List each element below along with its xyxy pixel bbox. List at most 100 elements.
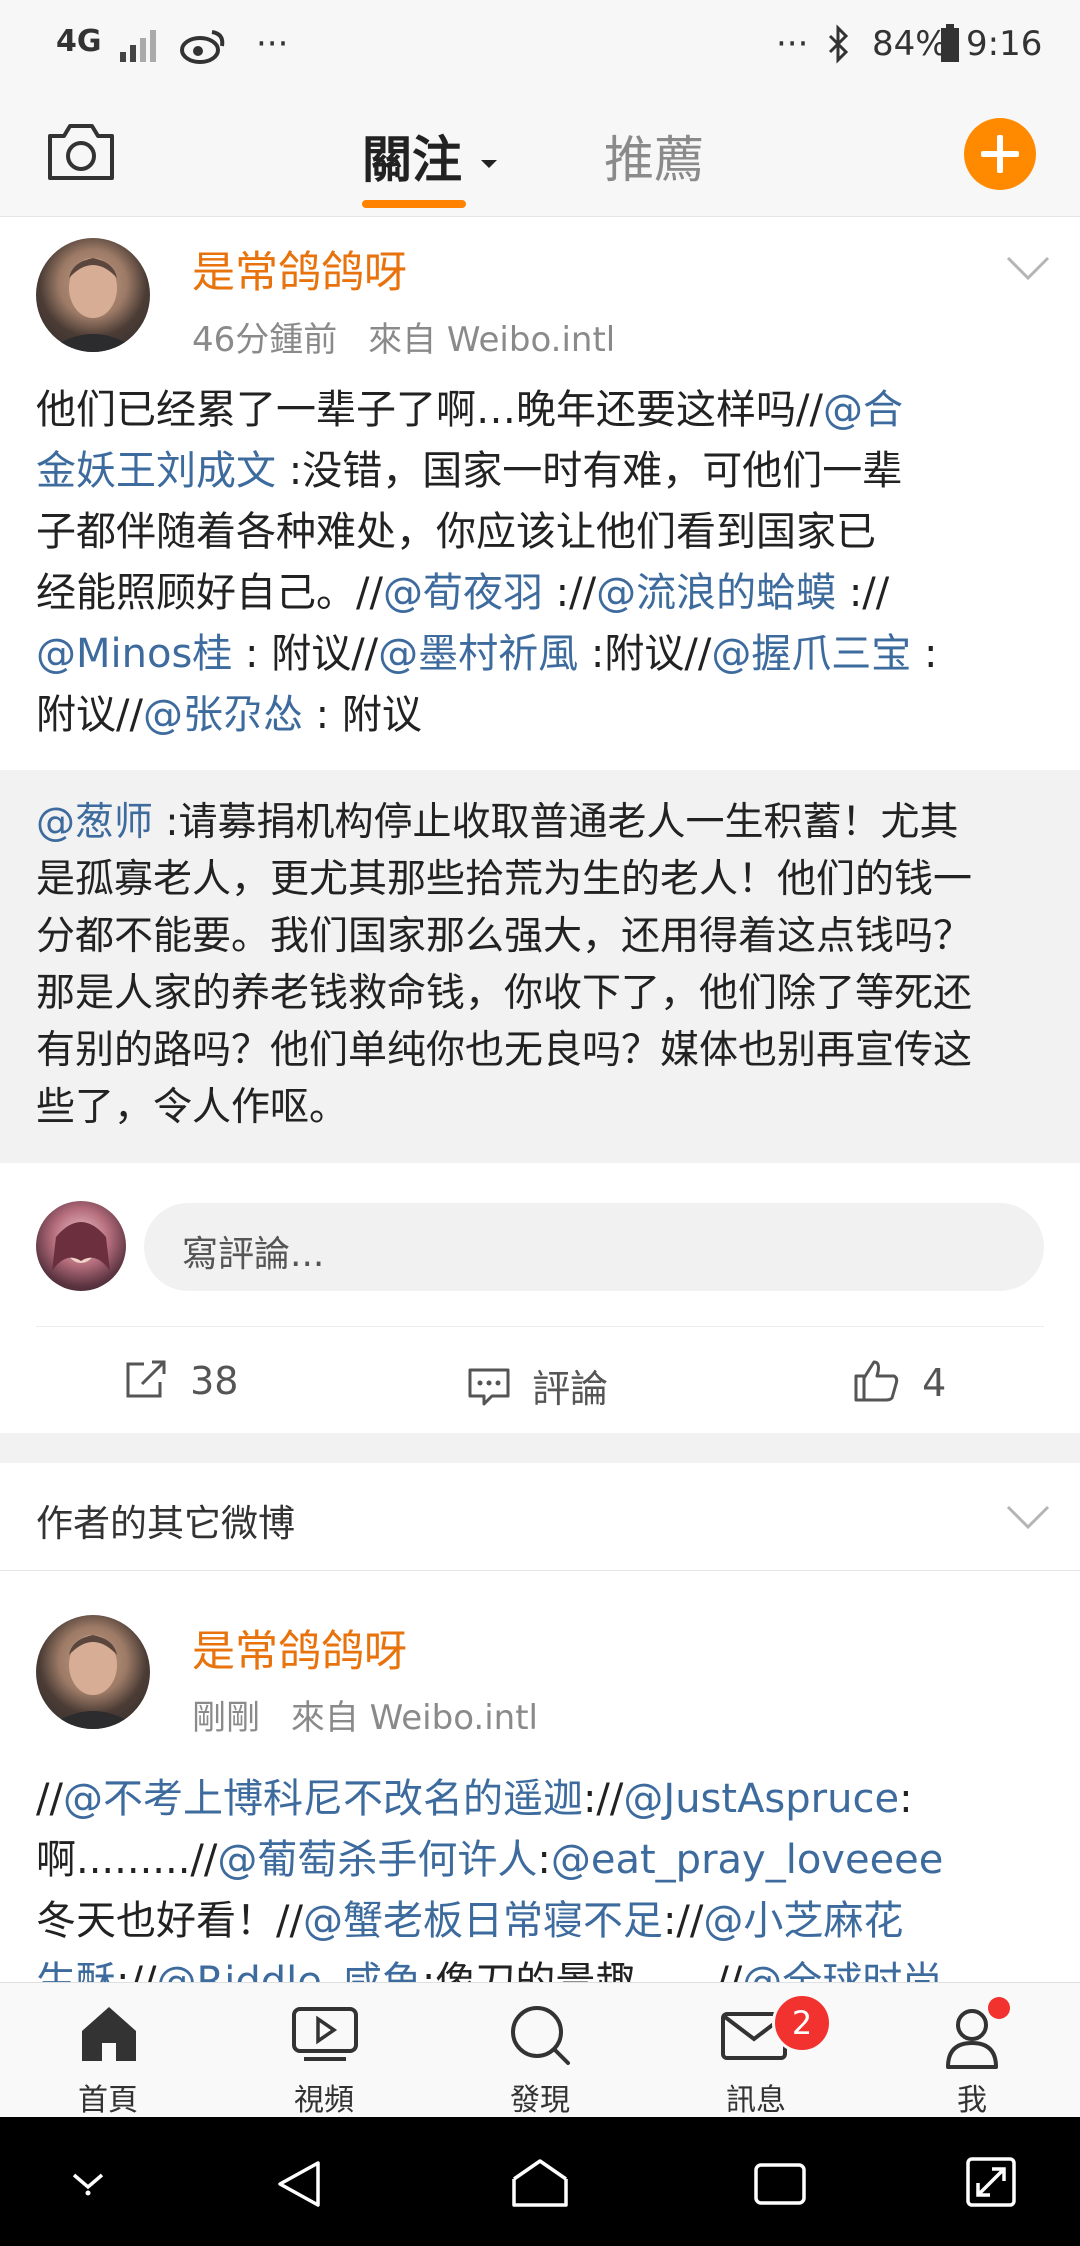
text-segment: // [36,1776,63,1822]
text-segment: :附议// [578,631,712,677]
author-avatar[interactable] [36,238,150,352]
comment-input[interactable]: 寫評論... [144,1203,1044,1291]
mention-link[interactable]: @JustAspruce [623,1776,899,1822]
nav-video[interactable]: 視頻 [224,1983,424,2118]
mention-link[interactable]: @不考上博科尼不改名的遥迦 [63,1776,583,1822]
nav-home[interactable]: 首頁 [8,1983,208,2118]
tab-follow-label: 關注 [362,131,462,189]
nav-me-label: 我 [957,2083,987,2118]
mention-link[interactable]: @荀夜羽 [383,570,543,616]
status-bar: 4G ··· ··· 84% 9:16 [0,0,1080,92]
avatar-portrait [46,258,140,352]
my-avatar [36,1201,126,1291]
post-source: 來自 Weibo.intl [368,320,616,360]
like-button[interactable]: 4 [852,1358,946,1405]
add-post-button[interactable] [964,118,1036,190]
other-posts-title: 作者的其它微博 [36,1502,295,1545]
mention-link[interactable]: @握爪三宝 [711,631,911,677]
text-line: 是孤寡老人，更尤其那些拾荒为生的老人！他们的钱一 [36,851,1056,908]
post-meta: 46分鍾前 來自 Weibo.intl [192,312,615,361]
like-count: 4 [922,1361,947,1405]
text-segment: 些了，令人作呕。 [36,1085,349,1130]
text-segment: 是孤寡老人，更尤其那些拾荒为生的老人！他们的钱一 [36,857,973,902]
text-line: //@不考上博科尼不改名的遥迦://@JustAspruce: [36,1769,1056,1830]
chevron-down-icon[interactable] [1006,256,1050,282]
text-line: 啊.........//@葡萄杀手何许人:@eat_pray_loveeee [36,1830,1056,1891]
tab-follow[interactable]: 關注 [362,120,499,192]
mention-link[interactable]: @蟹老板日常寝不足 [303,1898,663,1944]
weibo-logo-icon [180,30,225,64]
mention-link[interactable]: @Minos桂 [36,631,232,677]
text-line: @Minos桂 : 附议//@墨村祈風 :附议//@握爪三宝 : [36,624,1046,685]
text-line: 子都伴随着各种难处，你应该让他们看到国家已 [36,502,1046,563]
nav-messages[interactable]: 2 訊息 [656,1983,856,2118]
back-icon[interactable] [274,2159,324,2209]
text-segment: :// [662,1898,704,1944]
repost-box[interactable]: @葱师 :请募捐机构停止收取普通老人一生积蓄！尤其是孤寡老人，更尤其那些拾荒为生… [0,770,1080,1163]
text-line: 附议//@张尕怂 : 附议 [36,685,1046,746]
status-more-right: ··· [776,24,809,64]
text-segment: : [537,1837,551,1883]
text-segment: 分都不能要。我们国家那么强大，还用得着这点钱吗？ [36,914,973,959]
home-icon [82,2007,136,2061]
text-segment: 他们已经累了一辈子了啊…晚年还要这样吗// [36,387,823,433]
comment-button[interactable]: 評論 [466,1358,608,1413]
bottom-nav: 首頁 視頻 發現 2 訊息 我 [0,1982,1080,2118]
text-segment: 子都伴随着各种难处，你应该让他们看到国家已 [36,509,876,555]
text-segment: : 附议 [302,692,422,738]
text-segment: :// [836,570,890,616]
text-segment: 有别的路吗？他们单纯你也无良吗？媒体也别再宣传这 [36,1028,973,1073]
text-segment: :// [116,1959,157,1982]
text-line: @葱师 :请募捐机构停止收取普通老人一生积蓄！尤其 [36,794,1056,851]
author-name[interactable]: 是常鸽鸽呀 [192,1617,407,1679]
mention-link[interactable]: @墨村祈風 [378,631,578,677]
nav-home-label: 首頁 [78,2083,138,2118]
text-line: 生酥://@Riddle_咸鱼:像刀的景趣……//@全球时尚 [36,1952,1056,1982]
text-segment: : [899,1776,913,1822]
caret-down-icon [481,159,498,168]
mention-link[interactable]: @全球时尚 [742,1959,942,1982]
mention-link[interactable]: @张尕怂 [143,692,303,738]
bluetooth-icon [828,24,849,64]
mention-link[interactable]: @合 [823,387,903,433]
repost-text: @葱师 :请募捐机构停止收取普通老人一生积蓄！尤其是孤寡老人，更尤其那些拾荒为生… [36,794,1056,1136]
post-meta: 剛剛 來自 Weibo.intl [192,1690,538,1739]
unread-badge: 2 [772,1993,832,2053]
chevron-down-icon [1006,1505,1050,1530]
nav-discover[interactable]: 發現 [440,1983,640,2118]
other-posts-header[interactable]: 作者的其它微博 [0,1463,1080,1571]
system-nav-bar [0,2117,1080,2246]
other-post-clip: //@不考上博科尼不改名的遥迦://@JustAspruce: 啊........… [0,1745,1080,1982]
mention-link[interactable]: @Riddle_咸鱼 [156,1959,421,1982]
text-line: 冬天也好看！//@蟹老板日常寝不足://@小芝麻花 [36,1891,1056,1952]
mention-link[interactable]: @eat_pray_loveeee [551,1837,944,1883]
mention-link[interactable]: @小芝麻花 [703,1898,903,1944]
mention-link[interactable]: 金妖王刘成文 [36,448,276,494]
mention-link[interactable]: @流浪的蛤蟆 [596,570,836,616]
mention-link[interactable]: @葱师 [36,800,153,845]
text-segment: 啊.........// [36,1837,218,1883]
share-button[interactable]: 38 [124,1358,238,1403]
hide-keyboard-icon[interactable] [68,2167,108,2197]
recent-apps-icon[interactable] [752,2161,808,2207]
author-avatar[interactable] [36,1615,150,1729]
tab-recommend[interactable]: 推薦 [604,120,704,192]
text-segment: : 附议// [232,631,379,677]
divider [36,1326,1044,1327]
mention-link[interactable]: @葡萄杀手何许人 [217,1837,537,1883]
expand-icon[interactable] [964,2155,1018,2209]
other-post-text: //@不考上博科尼不改名的遥迦://@JustAspruce: 啊........… [36,1769,1056,1982]
home-button-icon[interactable] [510,2157,570,2209]
nav-me[interactable]: 我 [872,1983,1072,2118]
signal-icon [120,30,156,62]
author-name[interactable]: 是常鸽鸽呀 [192,238,407,300]
my-avatar-portrait [52,1222,110,1271]
clock: 9:16 [966,24,1043,64]
mention-link[interactable]: 生酥 [36,1959,116,1982]
comment-label: 評論 [532,1367,609,1411]
text-segment: 那是人家的养老钱救命钱，你收下了，他们除了等死还 [36,971,973,1016]
share-count: 38 [190,1359,239,1403]
camera-icon[interactable] [44,118,118,184]
status-more-left: ··· [256,24,289,64]
nav-discover-label: 發現 [510,2083,570,2118]
